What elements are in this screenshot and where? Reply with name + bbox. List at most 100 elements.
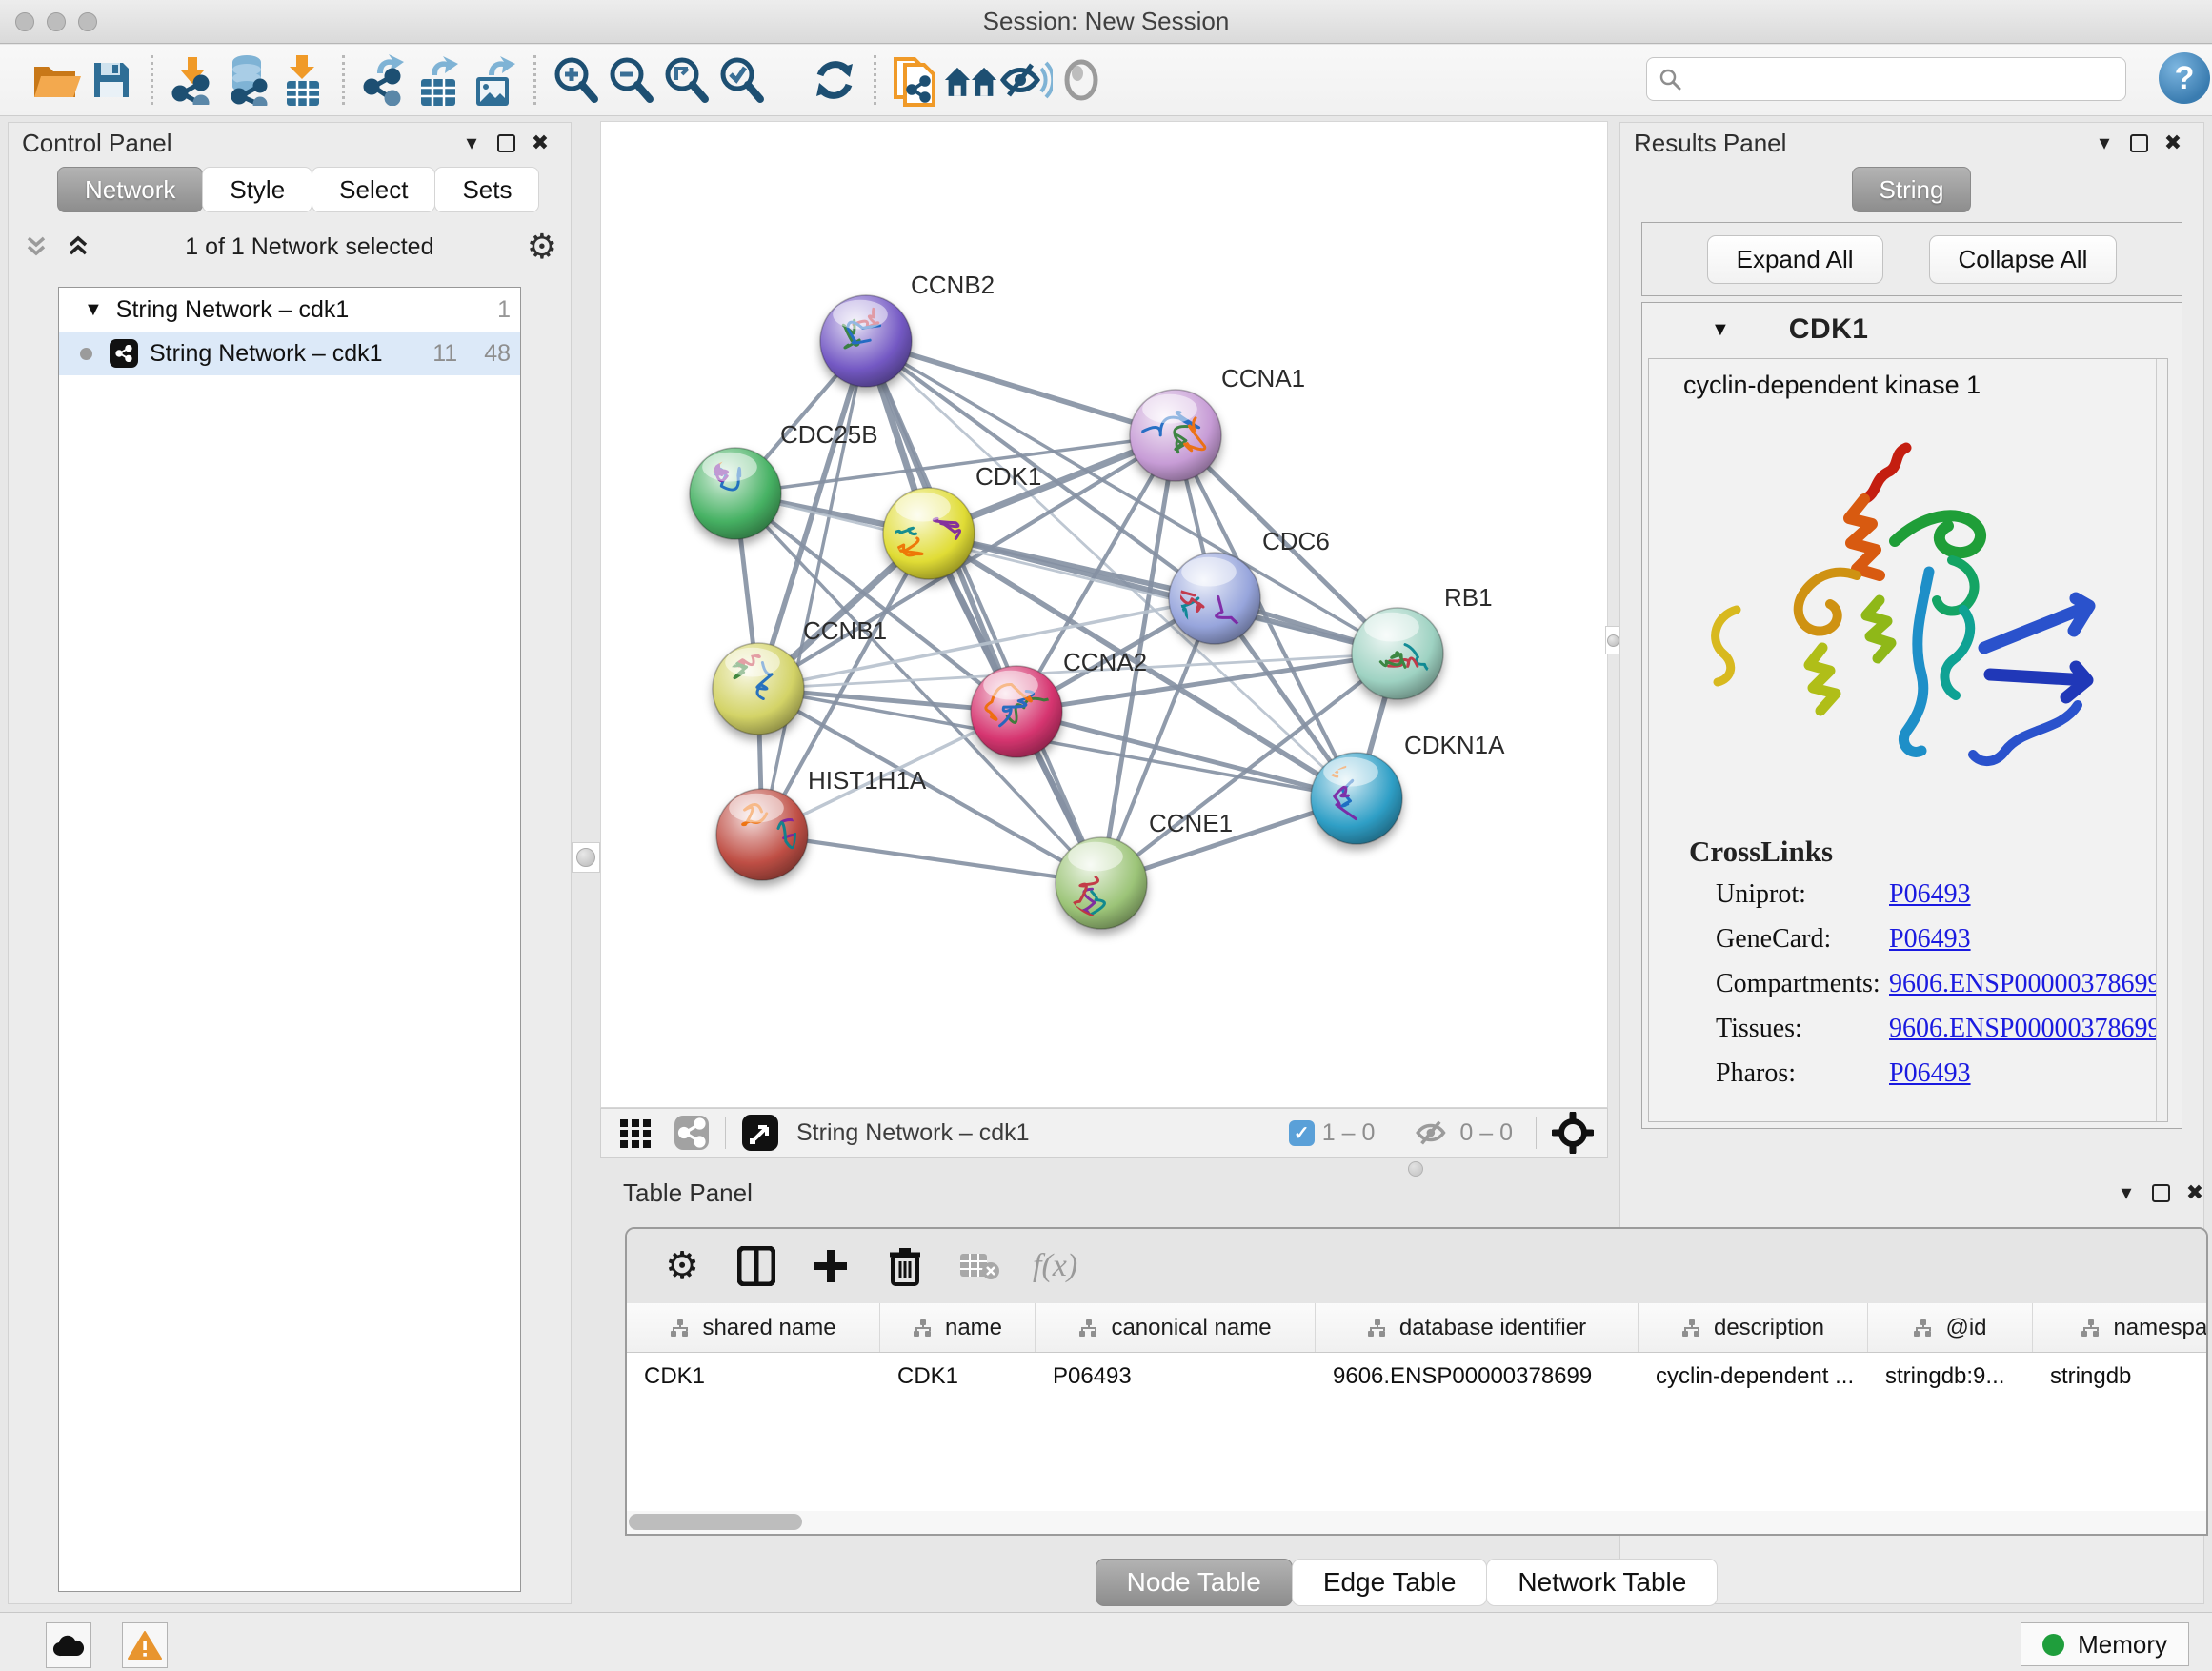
import-network-from-file-button[interactable] bbox=[165, 52, 220, 108]
node-CDC6[interactable] bbox=[1167, 553, 1260, 644]
control-panel-float-button[interactable] bbox=[489, 129, 523, 157]
table-cell[interactable]: P06493 bbox=[1036, 1353, 1316, 1400]
show-all-networks-button[interactable] bbox=[943, 52, 998, 108]
import-network-from-database-button[interactable] bbox=[220, 52, 275, 108]
node-CCNB2[interactable] bbox=[820, 295, 912, 387]
node-CCNA2[interactable] bbox=[971, 666, 1063, 757]
collection-expander-icon[interactable]: ▼ bbox=[84, 299, 103, 321]
table-cell[interactable]: cyclin-dependent ... bbox=[1639, 1353, 1868, 1400]
expand-all-button[interactable]: Expand All bbox=[1707, 235, 1883, 284]
edge-CCNB2-HIST1H1A[interactable] bbox=[762, 341, 866, 835]
hide-selected-button[interactable] bbox=[998, 52, 1054, 108]
grid-view-icon[interactable] bbox=[618, 1116, 653, 1150]
network-canvas[interactable]: CCNB2CCNA1CDC25BCDK1CDC6RB1CCNB1CCNA2CDK… bbox=[600, 121, 1608, 1108]
zoom-selected-button[interactable] bbox=[714, 52, 769, 108]
column-header-name[interactable]: name bbox=[880, 1303, 1036, 1352]
node-CDC25B[interactable] bbox=[681, 448, 781, 539]
column-header-description[interactable]: description bbox=[1639, 1303, 1868, 1352]
tab-sets[interactable]: Sets bbox=[434, 167, 539, 212]
delete-table-icon[interactable] bbox=[958, 1245, 1000, 1287]
tab-string[interactable]: String bbox=[1852, 167, 1972, 212]
node-CDKN1A[interactable] bbox=[1311, 753, 1402, 844]
network-row[interactable]: String Network – cdk1 11 48 bbox=[59, 332, 520, 375]
network-graph[interactable]: CCNB2CCNA1CDC25BCDK1CDC6RB1CCNB1CCNA2CDK… bbox=[601, 122, 1607, 1107]
crosslink-link[interactable]: 9606.ENSP00000378699 bbox=[1889, 969, 2161, 999]
right-splitter-handle[interactable] bbox=[1605, 626, 1620, 654]
table-cell[interactable]: CDK1 bbox=[880, 1353, 1036, 1400]
table-cell[interactable]: 9606.ENSP00000378699 bbox=[1316, 1353, 1639, 1400]
table-options-gear-icon[interactable]: ⚙ bbox=[661, 1245, 703, 1287]
table-hscrollbar[interactable] bbox=[627, 1511, 2206, 1534]
search-field[interactable] bbox=[1646, 57, 2126, 101]
network-options-gear-icon[interactable]: ⚙ bbox=[527, 230, 557, 264]
edge-CCNB2-CCNE1[interactable] bbox=[866, 341, 1101, 883]
detach-view-icon[interactable] bbox=[741, 1114, 779, 1152]
hidden-eye-icon[interactable] bbox=[1414, 1117, 1452, 1148]
export-table-button[interactable] bbox=[412, 52, 467, 108]
save-session-button[interactable] bbox=[84, 52, 139, 108]
edge-HIST1H1A-CCNE1[interactable] bbox=[762, 835, 1101, 883]
show-columns-icon[interactable] bbox=[735, 1245, 777, 1287]
column-header-canonical-name[interactable]: canonical name bbox=[1036, 1303, 1316, 1352]
table-cell[interactable]: stringdb:9... bbox=[1868, 1353, 2033, 1400]
table-cell[interactable]: CDK1 bbox=[627, 1353, 880, 1400]
crosslink-link[interactable]: P06493 bbox=[1889, 879, 1971, 910]
zoom-out-button[interactable] bbox=[603, 52, 658, 108]
zoom-fit-button[interactable] bbox=[658, 52, 714, 108]
column-header-database-identifier[interactable]: database identifier bbox=[1316, 1303, 1639, 1352]
memory-button[interactable]: Memory bbox=[2021, 1622, 2189, 1666]
import-table-from-file-button[interactable] bbox=[275, 52, 331, 108]
zoom-in-button[interactable] bbox=[548, 52, 603, 108]
left-splitter-handle[interactable] bbox=[572, 842, 600, 873]
crosslink-link[interactable]: P06493 bbox=[1889, 924, 1971, 955]
control-panel-menu-button[interactable]: ▾ bbox=[454, 129, 489, 157]
node-CDK1[interactable] bbox=[873, 488, 975, 579]
network-collection-row[interactable]: ▼ String Network – cdk1 1 bbox=[59, 288, 520, 332]
export-image-button[interactable] bbox=[467, 52, 522, 108]
node-CCNB1[interactable] bbox=[713, 643, 804, 735]
column-header-shared-name[interactable]: shared name bbox=[627, 1303, 880, 1352]
table-row[interactable]: CDK1CDK1P064939606.ENSP00000378699cyclin… bbox=[627, 1353, 2206, 1400]
delete-column-icon[interactable] bbox=[884, 1245, 926, 1287]
crosslink-link[interactable]: P06493 bbox=[1889, 1058, 1971, 1089]
tab-node-table[interactable]: Node Table bbox=[1096, 1559, 1293, 1606]
table-panel-close-button[interactable]: ✖ bbox=[2178, 1178, 2212, 1207]
network-view-icon[interactable] bbox=[674, 1115, 710, 1151]
results-panel-float-button[interactable] bbox=[2122, 129, 2156, 157]
birdseye-view-icon[interactable] bbox=[1552, 1112, 1594, 1154]
node-CCNE1[interactable] bbox=[1056, 837, 1147, 936]
tab-network[interactable]: Network bbox=[57, 167, 203, 212]
protein-card-header[interactable]: ▼ CDK1 bbox=[1642, 303, 2182, 356]
open-session-button[interactable] bbox=[29, 52, 84, 108]
warnings-button[interactable] bbox=[122, 1622, 168, 1668]
node-HIST1H1A[interactable] bbox=[716, 789, 822, 880]
tab-network-table[interactable]: Network Table bbox=[1486, 1559, 1718, 1606]
table-cell[interactable]: stringdb bbox=[2033, 1353, 2208, 1400]
collapse-all-button[interactable]: Collapse All bbox=[1929, 235, 2118, 284]
results-panel-close-button[interactable]: ✖ bbox=[2156, 129, 2190, 157]
create-column-icon[interactable] bbox=[810, 1245, 852, 1287]
node-CCNA1[interactable] bbox=[1130, 390, 1221, 481]
show-hidden-button[interactable] bbox=[1054, 52, 1109, 108]
crosslink-link[interactable]: 9606.ENSP00000378699 bbox=[1889, 1014, 2161, 1044]
tab-edge-table[interactable]: Edge Table bbox=[1292, 1559, 1488, 1606]
table-panel-float-button[interactable] bbox=[2143, 1178, 2178, 1207]
selected-checkbox-icon[interactable]: ✓ bbox=[1289, 1120, 1315, 1146]
edge-CCNB2-CCNA1[interactable] bbox=[866, 341, 1176, 435]
control-panel-close-button[interactable]: ✖ bbox=[523, 129, 557, 157]
clone-network-button[interactable] bbox=[888, 52, 943, 108]
column-header--id[interactable]: @id bbox=[1868, 1303, 2033, 1352]
protein-expander-icon[interactable]: ▼ bbox=[1711, 319, 1730, 341]
search-input[interactable] bbox=[1681, 60, 2125, 98]
results-panel-menu-button[interactable]: ▾ bbox=[2087, 129, 2122, 157]
tab-select[interactable]: Select bbox=[312, 167, 435, 212]
refresh-view-button[interactable] bbox=[807, 52, 862, 108]
function-builder-button[interactable]: f(x) bbox=[1033, 1248, 1077, 1284]
expand-all-icon[interactable] bbox=[64, 232, 92, 261]
help-button[interactable]: ? bbox=[2159, 52, 2210, 104]
cloud-status-button[interactable] bbox=[46, 1622, 91, 1668]
column-header-namespace[interactable]: namespace bbox=[2033, 1303, 2208, 1352]
tab-style[interactable]: Style bbox=[202, 167, 312, 212]
table-panel-menu-button[interactable]: ▾ bbox=[2109, 1178, 2143, 1207]
collapse-all-icon[interactable] bbox=[22, 232, 50, 261]
